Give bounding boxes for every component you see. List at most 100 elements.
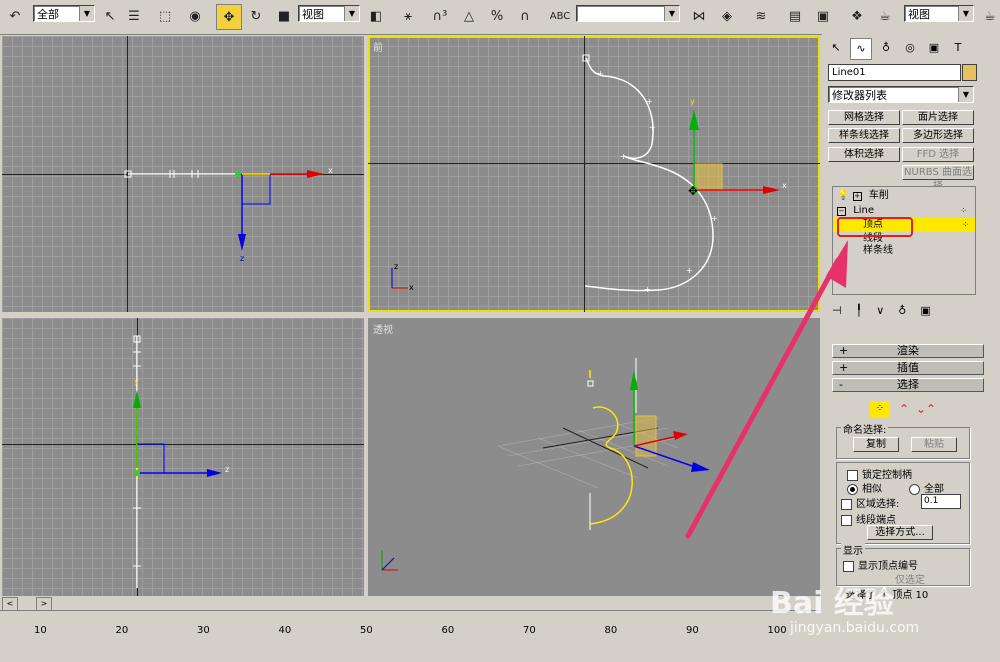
rollout-render-label: 渲染 <box>897 344 919 357</box>
percent-snap-icon[interactable]: % <box>486 4 508 28</box>
area-select-spinner[interactable]: 0.1 <box>921 494 961 509</box>
only-selected-row[interactable]: 仅选定 <box>895 571 925 586</box>
utilities-tab-icon[interactable]: T <box>948 38 968 58</box>
select-object-icon[interactable]: ↖ <box>100 4 120 28</box>
object-color-swatch[interactable] <box>962 64 977 81</box>
viewport-perspective[interactable]: 透视 <box>368 318 820 596</box>
object-name-field[interactable]: Line01 <box>828 64 961 81</box>
left-view-spline: y z <box>133 335 229 588</box>
rollout-selection[interactable]: - 选择 <box>832 378 984 392</box>
viewport-front[interactable]: 前 + + + + + + + x y ✥ z x <box>368 36 820 312</box>
chevron-down-icon: ▼ <box>958 6 973 21</box>
panel-tabs: ↖ ∿ ♁ ◎ ▣ T <box>826 38 996 60</box>
create-tab-icon[interactable]: ↖ <box>826 38 846 58</box>
rect-region-icon[interactable]: ⬚ <box>154 4 176 28</box>
display-tab-icon[interactable]: ▣ <box>924 38 944 58</box>
snap-3d-icon[interactable]: ∩³ <box>428 4 452 28</box>
layer-manager-icon[interactable]: ≋ <box>750 4 772 28</box>
stack-lathe-label: 车削 <box>868 190 889 201</box>
area-select-checkbox[interactable] <box>841 498 852 510</box>
nurbs-surface-select-button[interactable]: NURBS 曲面选择 <box>902 165 974 192</box>
render-view-dropdown[interactable]: 视图 ▼ <box>904 5 974 22</box>
svg-text:z: z <box>225 465 229 474</box>
undo-icon[interactable]: ↶ <box>4 4 26 28</box>
spinner-snap-icon[interactable]: ∩ <box>514 4 536 28</box>
render-setup-icon[interactable]: ☕ <box>874 4 896 28</box>
lock-handles-row[interactable]: 锁定控制柄 <box>847 466 912 481</box>
selection-filter-dropdown[interactable]: 全部 ▼ <box>33 5 95 22</box>
lock-handles-checkbox[interactable] <box>847 469 858 481</box>
segment-end-row[interactable]: 线段端点 <box>841 511 896 526</box>
select-manipulate-icon[interactable]: ⚹ <box>398 4 418 28</box>
rotate-icon[interactable]: ↻ <box>246 4 266 28</box>
edit-named-selection-icon[interactable]: ABC <box>548 4 572 28</box>
ruler-left-arrow-icon[interactable]: < <box>2 597 18 611</box>
modifier-list-value: 修改器列表 <box>832 89 887 102</box>
ruler-tick-label: 20 <box>115 625 129 636</box>
vol-select-button[interactable]: 体积选择 <box>828 147 900 162</box>
similar-radio-row[interactable]: 相似 <box>847 480 882 495</box>
hierarchy-tab-icon[interactable]: ♁ <box>876 38 896 58</box>
rollout-interpolation[interactable]: + 插值 <box>832 361 984 375</box>
modify-tab-icon[interactable]: ∿ <box>850 38 872 60</box>
viewport-top[interactable]: x z <box>2 36 364 312</box>
segment-level-icon[interactable]: ⌃ <box>894 401 914 417</box>
select-by-button[interactable]: 选择方式... <box>867 525 933 540</box>
configure-modifier-sets-icon[interactable]: ▣ <box>920 304 930 320</box>
spline-select-button[interactable]: 样条线选择 <box>828 128 900 143</box>
motion-tab-icon[interactable]: ◎ <box>900 38 920 58</box>
svg-text:x: x <box>409 283 414 292</box>
poly-select-button[interactable]: 多边形选择 <box>902 128 974 143</box>
mesh-select-button[interactable]: 网格选择 <box>828 110 900 125</box>
svg-text:+: + <box>649 123 656 132</box>
only-selected-label: 仅选定 <box>895 575 925 586</box>
copy-button[interactable]: 复制 <box>853 437 899 452</box>
top-view-spline: x z <box>124 166 333 263</box>
all-radio-row[interactable]: 全部 <box>909 480 944 495</box>
pin-stack-icon[interactable]: ⊣ <box>832 304 842 320</box>
similar-radio[interactable] <box>847 483 858 495</box>
angle-snap-icon[interactable]: △ <box>458 4 480 28</box>
vertex-level-icon[interactable]: ⁘ <box>870 401 890 417</box>
patch-select-button[interactable]: 面片选择 <box>902 110 974 125</box>
modifier-list-dropdown[interactable]: 修改器列表 ▼ <box>828 86 974 103</box>
spline-level-icon[interactable]: ⌄⌃ <box>916 401 936 417</box>
time-ruler[interactable]: < > 10 20 30 40 50 60 70 80 90 100 <box>0 597 820 641</box>
quick-render-icon[interactable]: ☕ <box>980 4 1000 28</box>
show-vertex-numbers-row[interactable]: 显示顶点编号 <box>843 557 918 572</box>
pivot-center-icon[interactable]: ◧ <box>366 4 386 28</box>
modifier-stack[interactable]: 💡 + 车削 − Line ⁘ 顶点 ⁘ 线段 样条线 <box>832 186 976 295</box>
viewport-left[interactable]: y z <box>2 318 364 596</box>
segment-end-checkbox[interactable] <box>841 514 852 526</box>
area-select-row[interactable]: 区域选择: <box>841 495 899 510</box>
remove-modifier-icon[interactable]: ♁ <box>898 304 906 320</box>
reference-coordinate-dropdown[interactable]: 视图 ▼ <box>298 5 360 22</box>
window-crossing-icon[interactable]: ◉ <box>184 4 206 28</box>
rollout-render[interactable]: + 渲染 <box>832 344 984 358</box>
named-selection-dropdown[interactable]: ▼ <box>576 5 680 22</box>
lightbulb-icon[interactable]: 💡 <box>837 190 849 201</box>
align-icon[interactable]: ◈ <box>716 4 738 28</box>
select-by-name-icon[interactable]: ☰ <box>124 4 144 28</box>
vertex-dots-icon: ⁘ <box>962 220 969 229</box>
make-unique-icon[interactable]: ∨ <box>876 304 884 320</box>
scale-icon[interactable]: ■ <box>274 4 294 28</box>
ffd-select-button[interactable]: FFD 选择 <box>902 147 974 162</box>
collapse-icon[interactable]: − <box>837 207 846 216</box>
paste-button[interactable]: 粘贴 <box>911 437 957 452</box>
show-end-result-icon[interactable]: ╿ <box>856 304 863 320</box>
select-move-icon[interactable]: ✥ <box>216 4 242 30</box>
mirror-icon[interactable]: ⋈ <box>688 4 710 28</box>
schematic-view-icon[interactable]: ▣ <box>812 4 834 28</box>
material-editor-icon[interactable]: ❖ <box>846 4 868 28</box>
ruler-tick-label: 40 <box>278 625 292 636</box>
ruler-right-arrow-icon[interactable]: > <box>36 597 52 611</box>
stack-item-spline[interactable]: 样条线 <box>833 244 975 258</box>
all-radio[interactable] <box>909 483 920 495</box>
stack-item-line[interactable]: − Line ⁘ <box>837 204 973 218</box>
stack-item-lathe[interactable]: 💡 + 车削 <box>837 189 973 203</box>
show-vertex-numbers-checkbox[interactable] <box>843 560 854 572</box>
curve-editor-icon[interactable]: ▤ <box>784 4 806 28</box>
expand-icon[interactable]: + <box>852 192 862 201</box>
ruler-tick-label: 50 <box>360 625 373 636</box>
